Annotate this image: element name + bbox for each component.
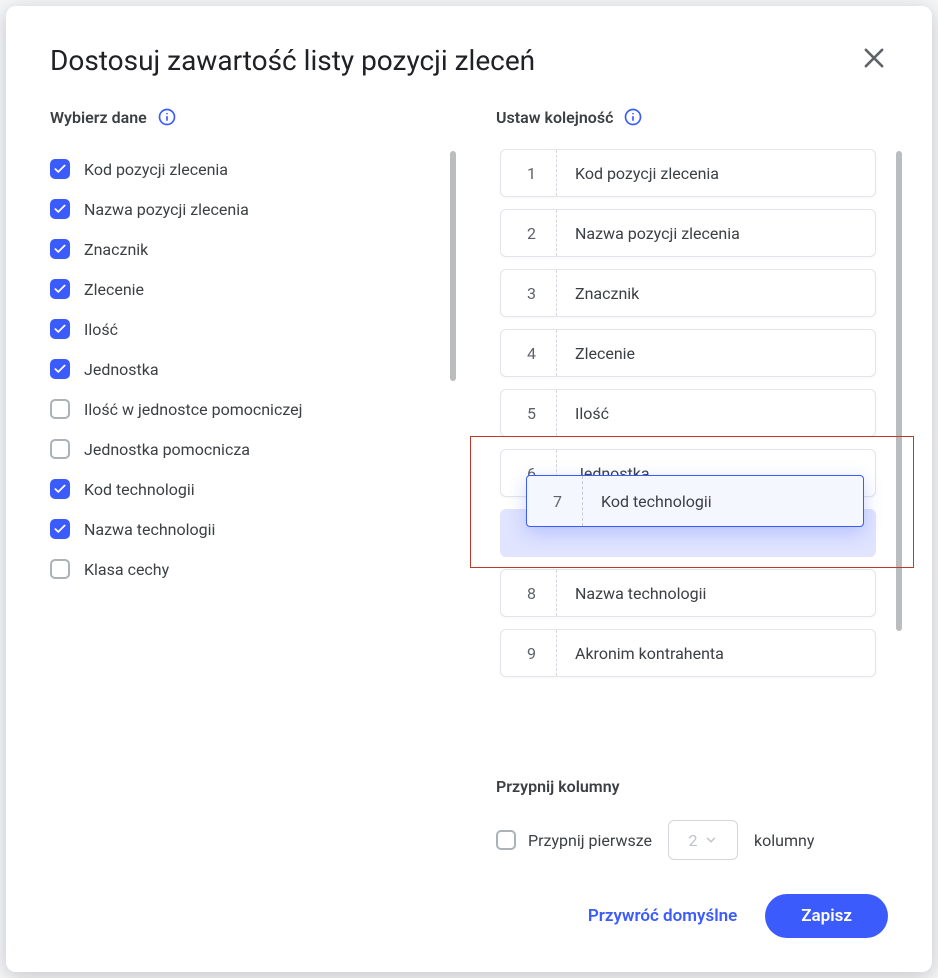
data-field-row[interactable]: Jednostka (50, 349, 442, 389)
order-item-label: Znacznik (557, 284, 639, 303)
reset-button[interactable]: Przywróć domyślne (588, 906, 737, 926)
order-item-label: Kod pozycji zlecenia (557, 164, 719, 183)
order-item-label: Nazwa pozycji zlecenia (557, 224, 740, 243)
order-item-label: Akronim kontrahenta (557, 644, 724, 663)
checkbox[interactable] (50, 159, 70, 179)
order-number: 4 (507, 330, 557, 376)
order-list[interactable]: 1Kod pozycji zlecenia 2Nazwa pozycji zlec… (496, 149, 888, 749)
customize-columns-modal: Dostosuj zawartość listy pozycji zleceń … (6, 6, 932, 972)
dragging-card[interactable]: 7 Kod technologii (526, 475, 864, 527)
close-icon[interactable] (860, 44, 888, 72)
checkbox-label: Ilość (84, 320, 118, 339)
checkbox-label: Nazwa pozycji zlecenia (84, 200, 249, 219)
order-card[interactable]: 5Ilość (500, 389, 876, 437)
order-number: 9 (507, 630, 557, 676)
order-number: 8 (507, 570, 557, 616)
order-number: 3 (507, 270, 557, 316)
order-number: 1 (507, 150, 557, 196)
data-field-row[interactable]: Jednostka pomocnicza (50, 429, 442, 469)
order-card[interactable]: 9Akronim kontrahenta (500, 629, 876, 677)
checkbox[interactable] (50, 439, 70, 459)
checkbox[interactable] (50, 319, 70, 339)
checkbox-label: Jednostka (84, 360, 159, 379)
order-number: 2 (507, 210, 557, 256)
checkbox[interactable] (50, 239, 70, 259)
order-card[interactable]: 4Zlecenie (500, 329, 876, 377)
pin-checkbox-label: Przypnij pierwsze (528, 831, 652, 850)
order-item-label: Kod technologii (583, 492, 712, 511)
order-card[interactable]: 3Znacznik (500, 269, 876, 317)
order-card[interactable]: 2Nazwa pozycji zlecenia (500, 209, 876, 257)
pin-columns-title: Przypnij kolumny (496, 777, 858, 796)
checkbox-label: Znacznik (84, 240, 148, 259)
order-card[interactable]: 1Kod pozycji zlecenia (500, 149, 876, 197)
data-field-row[interactable]: Kod pozycji zlecenia (50, 149, 442, 189)
pin-suffix-label: kolumny (754, 831, 814, 850)
order-label: Ustaw kolejność (496, 108, 613, 127)
data-field-row[interactable]: Nazwa technologii (50, 509, 442, 549)
checkbox[interactable] (50, 199, 70, 219)
data-field-row[interactable]: Ilość w jednostce pomocniczej (50, 389, 442, 429)
save-button[interactable]: Zapisz (765, 894, 888, 938)
scrollbar[interactable] (896, 151, 902, 631)
info-icon[interactable] (157, 107, 177, 127)
order-item-label: Zlecenie (557, 344, 635, 363)
data-field-row[interactable]: Klasa cechy (50, 549, 442, 589)
order-item-label: Ilość (557, 404, 609, 423)
order-number: 5 (507, 390, 557, 436)
info-icon[interactable] (623, 107, 643, 127)
data-field-row[interactable]: Zlecenie (50, 269, 442, 309)
checkbox[interactable] (50, 559, 70, 579)
checkbox-label: Kod technologii (84, 480, 195, 499)
pin-checkbox[interactable] (496, 830, 516, 850)
order-card[interactable]: 8Nazwa technologii (500, 569, 876, 617)
data-field-row[interactable]: Nazwa pozycji zlecenia (50, 189, 442, 229)
checkbox-label: Ilość w jednostce pomocniczej (84, 400, 302, 419)
checkbox-label: Klasa cechy (84, 560, 169, 579)
order-number: 7 (533, 476, 583, 526)
chevron-down-icon (704, 833, 718, 847)
checkbox-label: Zlecenie (84, 280, 144, 299)
checkbox[interactable] (50, 279, 70, 299)
checkbox-label: Kod pozycji zlecenia (84, 160, 228, 179)
checkbox[interactable] (50, 359, 70, 379)
data-field-row[interactable]: Ilość (50, 309, 442, 349)
data-field-list[interactable]: Kod pozycji zlecenia Nazwa pozycji zlecen… (50, 149, 442, 669)
select-data-label: Wybierz dane (50, 108, 147, 127)
data-field-row[interactable]: Znacznik (50, 229, 442, 269)
order-item-label: Nazwa technologii (557, 584, 706, 603)
checkbox-label: Jednostka pomocnicza (84, 440, 250, 459)
checkbox[interactable] (50, 399, 70, 419)
scrollbar[interactable] (450, 151, 456, 381)
modal-title: Dostosuj zawartość listy pozycji zleceń (50, 44, 535, 77)
checkbox[interactable] (50, 519, 70, 539)
checkbox[interactable] (50, 479, 70, 499)
checkbox-label: Nazwa technologii (84, 520, 215, 539)
data-field-row[interactable]: Kod technologii (50, 469, 442, 509)
pin-count-select[interactable]: 2 (668, 820, 738, 860)
